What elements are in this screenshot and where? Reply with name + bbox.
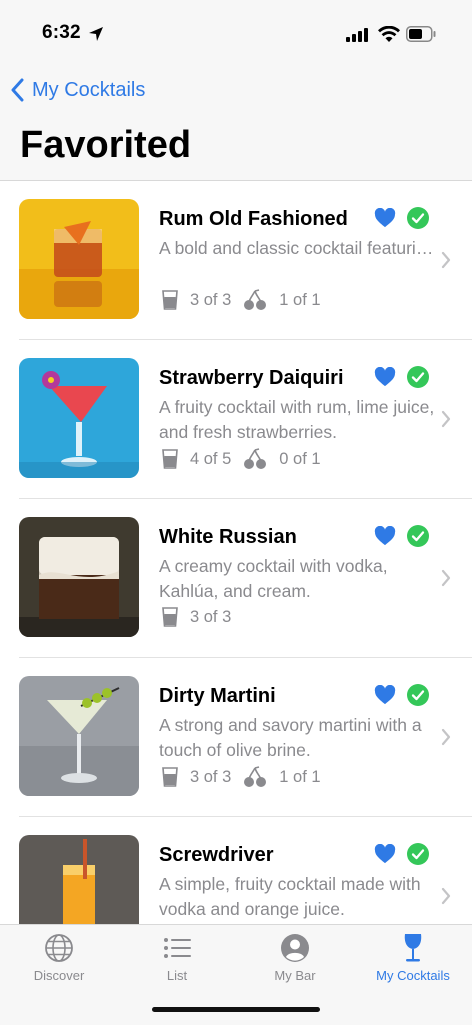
heart-filled-icon[interactable] (374, 526, 396, 546)
cocktail-name: Rum Old Fashioned (159, 208, 348, 230)
tab-discover[interactable]: Discover (0, 925, 118, 995)
cocktail-description: A fruity cocktail with rum, lime juice, … (159, 397, 435, 442)
tab-label: List (166, 968, 188, 983)
ingredient-counts: 4 of 5 0 of 1 (162, 448, 333, 470)
page-title: Favorited (20, 124, 192, 166)
heart-filled-icon[interactable] (374, 208, 396, 228)
back-button[interactable]: My Cocktails (10, 78, 145, 102)
glass-icon (162, 449, 178, 469)
back-button-label: My Cocktails (32, 78, 146, 101)
cherry-count: 1 of 1 (279, 290, 321, 309)
cocktail-image (19, 199, 139, 319)
tab-my-bar[interactable]: My Bar (236, 925, 354, 995)
glass-count: 3 of 3 (190, 607, 232, 626)
cherries-icon (244, 289, 267, 310)
chevron-right-icon (441, 887, 451, 905)
tab-label: My Cocktails (376, 968, 450, 983)
glass-icon (162, 607, 178, 627)
glass-count: 3 of 3 (190, 290, 232, 309)
glass-count: 4 of 5 (190, 449, 232, 468)
wifi-icon (378, 26, 400, 42)
list-icon (164, 938, 191, 958)
checkmark-circle-icon (407, 207, 429, 229)
cocktail-image (19, 358, 139, 478)
person-icon (281, 934, 309, 962)
ingredient-counts: 3 of 3 1 of 1 (162, 766, 333, 788)
status-bar: 6:32 (0, 0, 472, 60)
heart-filled-icon[interactable] (374, 844, 396, 864)
tab-list[interactable]: List (118, 925, 236, 995)
tab-label: My Bar (274, 968, 316, 983)
glass-icon (162, 767, 178, 787)
glass-icon (162, 290, 178, 310)
cocktail-description: A strong and savory martini with a touch… (159, 715, 422, 760)
cocktail-image (19, 517, 139, 637)
heart-filled-icon[interactable] (374, 685, 396, 705)
list-item[interactable]: Strawberry Daiquiri A fruity cocktail wi… (19, 340, 472, 499)
location-arrow-icon (89, 27, 103, 41)
cocktail-description: A simple, fruity cocktail made with vodk… (159, 874, 421, 919)
chevron-right-icon (441, 410, 451, 428)
cocktail-name: Dirty Martini (159, 685, 276, 707)
chevron-left-icon (11, 78, 24, 102)
list-item[interactable]: Screwdriver A simple, fruity cocktail ma… (19, 817, 472, 924)
globe-icon (45, 934, 73, 962)
list-item[interactable]: Rum Old Fashioned A bold and classic coc… (19, 181, 472, 340)
tab-my-cocktails[interactable]: My Cocktails (354, 925, 472, 995)
tab-label: Discover (33, 968, 85, 983)
cherry-count: 1 of 1 (279, 767, 321, 786)
cocktail-name: Strawberry Daiquiri (159, 367, 344, 389)
checkmark-circle-icon (407, 684, 429, 706)
chevron-right-icon (441, 569, 451, 587)
checkmark-circle-icon (407, 366, 429, 388)
cherry-count: 0 of 1 (279, 449, 321, 468)
list-item[interactable]: Dirty Martini A strong and savory martin… (19, 658, 472, 817)
checkmark-circle-icon (407, 525, 429, 547)
cellular-signal-icon (346, 28, 368, 42)
ingredient-counts: 3 of 3 (162, 607, 243, 627)
cherries-icon (244, 448, 267, 469)
cocktail-image (19, 835, 139, 924)
chevron-right-icon (441, 251, 451, 269)
cocktail-description: A bold and classic cocktail featuring da… (159, 238, 435, 258)
chevron-right-icon (441, 728, 451, 746)
home-indicator (152, 1007, 320, 1012)
ingredient-counts: 3 of 3 1 of 1 (162, 289, 333, 311)
cocktail-image (19, 676, 139, 796)
glass-count: 3 of 3 (190, 767, 232, 786)
cocktail-description: A creamy cocktail with vodka, Kahlúa, an… (159, 556, 388, 601)
cocktail-name: Screwdriver (159, 844, 274, 866)
status-time: 6:32 (42, 22, 81, 43)
heart-filled-icon[interactable] (374, 367, 396, 387)
wine-glass-icon (404, 934, 422, 962)
cocktail-name: White Russian (159, 526, 297, 548)
cocktail-list: Rum Old Fashioned A bold and classic coc… (0, 181, 472, 924)
battery-icon (406, 26, 436, 42)
cherries-icon (244, 766, 267, 787)
list-item[interactable]: White Russian A creamy cocktail with vod… (19, 499, 472, 658)
navigation-bar: My Cocktails Favorited (0, 60, 472, 181)
checkmark-circle-icon (407, 843, 429, 865)
